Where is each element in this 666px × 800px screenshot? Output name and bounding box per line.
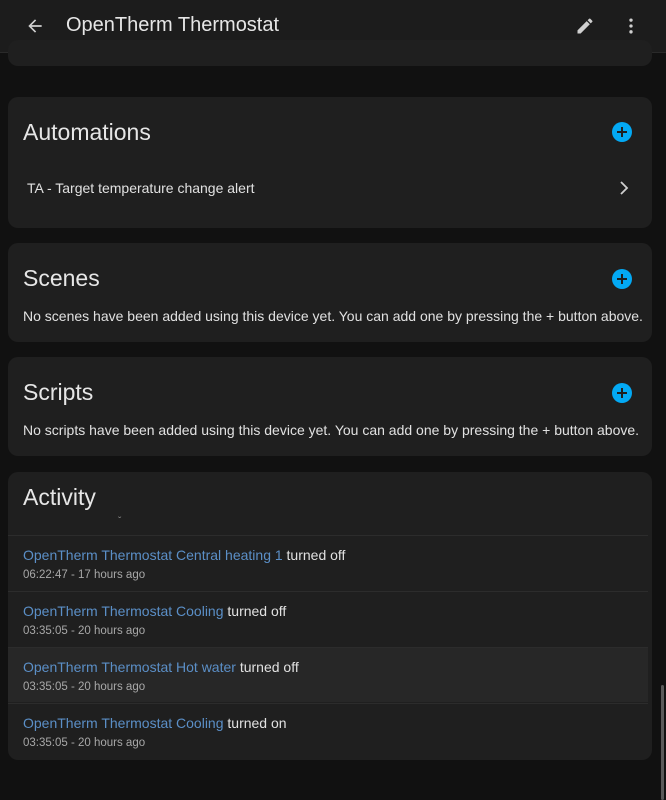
automations-card: Automations TA - Target temperature chan… <box>8 97 652 228</box>
activity-row: OpenTherm Thermostat Cooling turned off … <box>8 591 648 646</box>
scripts-heading: Scripts <box>23 379 94 405</box>
activity-card: Activity ˇ OpenTherm Thermostat Central … <box>8 472 652 760</box>
add-scene-button[interactable] <box>612 269 632 289</box>
pencil-icon <box>577 18 593 34</box>
activity-action: turned off <box>227 603 287 619</box>
page-title: OpenTherm Thermostat <box>66 14 280 36</box>
activity-action: turned on <box>227 715 287 731</box>
plus-icon <box>617 388 627 398</box>
activity-time: 06:22:47 - 17 hours ago <box>23 569 146 581</box>
plus-icon <box>617 127 627 137</box>
previous-card-bottom <box>8 40 652 66</box>
automations-heading: Automations <box>23 119 151 145</box>
activity-heading: Activity <box>23 484 96 510</box>
activity-row: OpenTherm Thermostat Cooling turned on 0… <box>8 703 648 758</box>
automation-item-label: TA - Target temperature change alert <box>27 180 255 196</box>
activity-entity-link[interactable]: OpenTherm Thermostat Cooling <box>23 603 224 619</box>
activity-row: OpenTherm Thermostat Central heating 1 t… <box>8 535 648 590</box>
activity-time: 03:35:05 - 20 hours ago <box>23 737 146 749</box>
scroll-indicator: ˇ <box>118 516 122 527</box>
automation-item[interactable]: TA - Target temperature change alert <box>8 169 652 209</box>
add-automation-button[interactable] <box>612 122 632 142</box>
scripts-empty-text: No scripts have been added using this de… <box>23 422 640 438</box>
activity-entity-link[interactable]: OpenTherm Thermostat Cooling <box>23 715 224 731</box>
activity-action: turned off <box>286 547 346 563</box>
scenes-card: Scenes No scenes have been added using t… <box>8 243 652 342</box>
activity-time: 03:35:05 - 20 hours ago <box>23 681 146 693</box>
activity-action: turned off <box>239 659 299 675</box>
activity-entity-link[interactable]: OpenTherm Thermostat Hot water <box>23 659 236 675</box>
chevron-right-icon <box>620 181 629 195</box>
activity-entity-link[interactable]: OpenTherm Thermostat Central heating 1 <box>23 547 283 563</box>
activity-row: OpenTherm Thermostat Hot water turned of… <box>8 647 648 702</box>
arrow-left-icon <box>28 19 42 33</box>
add-script-button[interactable] <box>612 383 632 403</box>
scenes-empty-text: No scenes have been added using this dev… <box>23 308 643 324</box>
activity-time: 03:35:05 - 20 hours ago <box>23 625 146 637</box>
scenes-heading: Scenes <box>23 265 100 291</box>
scripts-card: Scripts No scripts have been added using… <box>8 357 652 456</box>
page-scrollbar[interactable] <box>661 685 664 800</box>
plus-icon <box>617 274 627 284</box>
more-vertical-icon <box>629 18 633 34</box>
